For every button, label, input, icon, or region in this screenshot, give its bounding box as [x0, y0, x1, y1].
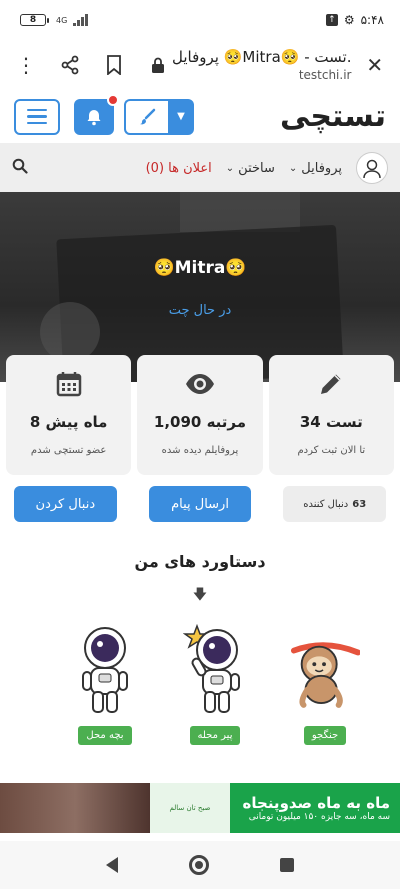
nav-item-notifications[interactable]: اعلان ها (0)	[146, 161, 212, 176]
stat-card-tests: 34 تست تا الان ثبت کردم	[268, 355, 394, 475]
status-bar: 8 4G ↑ ⚙ ۵:۴۸	[0, 0, 400, 40]
followers-count-button[interactable]: 63 دنبال کننده	[283, 486, 387, 522]
avatar[interactable]	[356, 152, 388, 184]
page-title: پروفایل 🥺Mitra🥺 - تست.	[172, 48, 352, 66]
nav-item-create[interactable]: ساختن ⌄	[226, 161, 275, 176]
badge-label: پیر محله	[189, 726, 241, 745]
astronaut-star-icon	[180, 622, 250, 718]
chevron-down-icon: ▼	[168, 98, 194, 135]
system-navigation-bar	[0, 841, 400, 889]
sloth-icon	[290, 622, 360, 718]
home-icon[interactable]	[188, 855, 209, 875]
ad-image	[0, 783, 150, 833]
achievements-title: دستاورد های من	[134, 552, 266, 571]
stat-value: 34 تست	[299, 413, 363, 431]
profile-cover: 🥺Mitra🥺 در حال چت	[0, 192, 400, 382]
back-icon[interactable]	[105, 857, 118, 873]
ad-headline: ماه به ماه صدوپنجاه	[242, 794, 390, 812]
bell-icon	[87, 109, 101, 125]
clock: ۵:۴۸	[360, 13, 384, 27]
chat-status: در حال چت	[168, 303, 232, 318]
badge-label: بچه محل	[78, 726, 132, 745]
stat-label: تا الان ثبت کردم	[297, 445, 366, 456]
pencil-icon	[318, 369, 344, 399]
battery-indicator: 8	[20, 14, 49, 26]
badge-local-kid[interactable]: بچه محل	[70, 622, 140, 752]
ad-banner[interactable]: صبح تان سالم ماه به ماه صدوپنجاه سه ماه،…	[0, 783, 400, 833]
nav-item-label: ساختن	[238, 160, 275, 176]
ad-middle: صبح تان سالم	[150, 783, 230, 833]
recents-icon[interactable]	[280, 858, 295, 872]
page-info: پروفایل 🥺Mitra🥺 - تست. testchi.ir	[172, 48, 361, 82]
nav-item-label: پروفایل	[301, 160, 342, 176]
browser-toolbar: ⋮ پروفایل 🥺Mitra🥺 - تست. testchi.ir ✕	[0, 40, 400, 90]
arrow-down-icon: 🡇	[192, 587, 208, 603]
notification-dot	[107, 93, 119, 106]
badge-old-timer[interactable]: پیر محله	[180, 622, 250, 752]
calendar-icon	[55, 369, 83, 399]
share-icon[interactable]	[56, 51, 84, 79]
ad-middle-text: صبح تان سالم	[169, 804, 211, 812]
stats-cards: 8 ماه پیش عضو تستچی شدم 1,090 مرتبه پروف…	[6, 355, 394, 475]
badge-warrior[interactable]: جنگجو	[290, 622, 360, 752]
badge-label: جنگجو	[303, 726, 347, 745]
profile-actions: دنبال کردن ارسال پیام 63 دنبال کننده	[14, 486, 387, 522]
bookmark-icon[interactable]	[100, 51, 128, 79]
network-label: 4G	[56, 15, 68, 25]
lock-icon	[144, 51, 172, 79]
nav-item-profile[interactable]: پروفایل ⌄	[289, 161, 342, 176]
follow-button[interactable]: دنبال کردن	[14, 486, 117, 522]
main-nav: پروفایل ⌄ ساختن ⌄ اعلان ها (0)	[0, 144, 400, 192]
stat-value: 1,090 مرتبه	[153, 413, 247, 431]
eye-icon	[185, 369, 215, 399]
status-right: ↑ ⚙ ۵:۴۸	[325, 13, 384, 27]
brush-icon	[124, 98, 168, 135]
more-menu-icon[interactable]: ⋮	[12, 51, 40, 79]
close-icon[interactable]: ✕	[361, 51, 388, 79]
signal-icon	[73, 14, 88, 26]
followers-label: دنبال کننده	[303, 498, 349, 510]
settings-icon: ⚙	[343, 13, 355, 27]
site-logo[interactable]: تستچی	[280, 99, 387, 134]
status-left: 8 4G	[20, 14, 88, 26]
profile-name: 🥺Mitra🥺	[153, 258, 247, 278]
stat-card-views: 1,090 مرتبه پروفایلم دیده شده	[137, 355, 263, 475]
chevron-down-icon: ⌄	[288, 162, 298, 174]
astronaut-icon	[70, 622, 140, 718]
create-dropdown-button[interactable]: ▼	[124, 98, 194, 135]
send-message-button[interactable]: ارسال پیام	[148, 486, 252, 522]
hamburger-menu-button[interactable]	[14, 98, 60, 135]
ad-text: ماه به ماه صدوپنجاه سه ماه، سه جایزه ۱۵۰…	[230, 783, 400, 833]
site-header: ▼ تستچی	[0, 90, 400, 144]
user-icon	[363, 159, 381, 179]
chevron-down-icon: ⌄	[225, 162, 235, 174]
stat-label: عضو تستچی شدم	[30, 445, 107, 456]
upload-icon: ↑	[325, 14, 338, 26]
followers-count: 63	[352, 498, 367, 510]
stat-value: 8 ماه پیش	[29, 413, 108, 431]
achievement-badges: بچه محل پیر محله جنگجو	[70, 622, 360, 752]
notifications-button[interactable]	[74, 93, 119, 135]
stat-card-member-since: 8 ماه پیش عضو تستچی شدم	[6, 355, 132, 475]
search-icon[interactable]	[12, 158, 28, 178]
ad-subline: سه ماه، سه جایزه ۱۵۰ میلیون تومانی	[248, 812, 390, 822]
nav-item-label: اعلان ها (0)	[145, 160, 212, 176]
browser-actions: ⋮	[12, 51, 172, 79]
stat-label: پروفایلم دیده شده	[161, 445, 239, 456]
page-url: testchi.ir	[298, 68, 352, 82]
